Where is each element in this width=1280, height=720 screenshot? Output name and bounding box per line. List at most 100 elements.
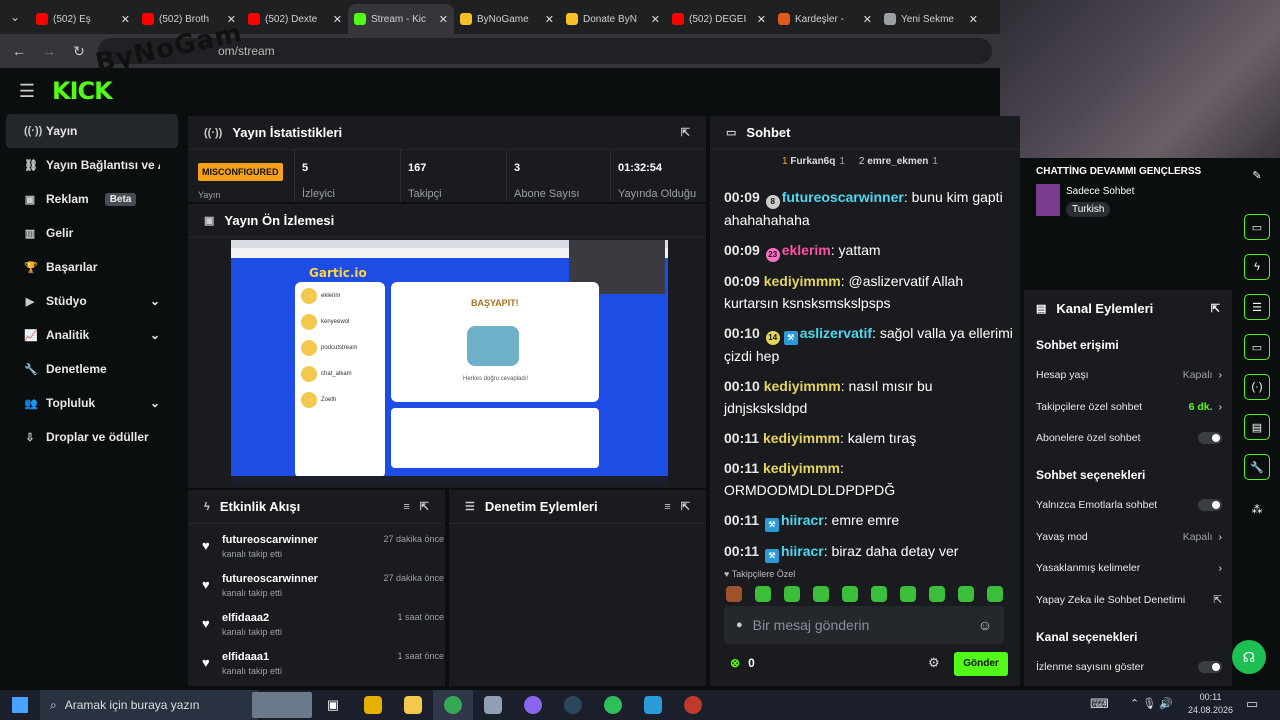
wrench-icon[interactable]: 🔧 [1244,454,1270,480]
close-icon[interactable]: ✕ [969,13,978,26]
subs-only-toggle[interactable] [1198,432,1222,444]
emote-icon[interactable] [987,586,1003,602]
close-icon[interactable]: ✕ [439,13,448,26]
popout-icon[interactable]: ⇱ [420,500,429,513]
app-icon[interactable] [633,690,673,720]
tab-list-icon[interactable]: ⌄ [0,0,30,34]
steam-icon[interactable] [553,690,593,720]
sidebar-item[interactable]: ▣ Reklam Beta [6,182,178,216]
close-icon[interactable]: ✕ [757,13,766,26]
popout-icon[interactable]: ⇱ [681,500,690,513]
message-user[interactable]: hiiracr [781,543,824,559]
browser-tab[interactable]: (502) DEĞEI ✕ [666,4,772,34]
browser-tab[interactable]: ByNoGame ✕ [454,4,560,34]
emote-icon[interactable] [958,586,974,602]
browser-tab[interactable]: (502) Dexte ✕ [242,4,348,34]
close-icon[interactable]: ✕ [651,13,660,26]
message-user[interactable]: eklerim [782,242,831,258]
obs-icon[interactable] [513,690,553,720]
message-user[interactable]: aslizervatif [800,325,872,341]
bolt-icon[interactable]: ϟ [1244,254,1270,280]
back-icon[interactable]: ← [8,40,30,62]
reload-icon[interactable]: ↻ [68,40,90,62]
app-icon[interactable] [673,690,713,720]
emote-icon[interactable] [784,586,800,602]
forward-icon[interactable]: → [38,40,60,62]
browser-tab[interactable]: Donate ByN ✕ [560,4,666,34]
chat-input[interactable]: ● Bir mesaj gönderin ☺ [724,606,1004,644]
category-name[interactable]: Sadece Sohbet [1066,186,1134,197]
stack-icon[interactable]: ▤ [1244,414,1270,440]
emoji-icon[interactable]: ☺ [978,617,992,633]
emote-icon[interactable] [813,586,829,602]
top-chatter[interactable]: 2 emre_ekmen 1 [859,156,938,167]
close-icon[interactable]: ✕ [545,13,554,26]
show-viewers-toggle[interactable] [1198,661,1222,673]
app-icon[interactable] [473,690,513,720]
filter-icon[interactable]: ≡ [664,501,670,513]
message-user[interactable]: futureoscarwinner [782,189,904,205]
browser-tab[interactable]: Yeni Sekme ✕ [878,4,984,34]
emote-icon[interactable] [755,586,771,602]
sidebar-item[interactable]: 📈 Analitik ⌄ [6,318,178,352]
sidebar-item[interactable]: 🏆 Başarılar [6,250,178,284]
message-user[interactable]: kediyimmm [764,378,841,394]
sidebar-item[interactable]: ((·)) Yayın [6,114,178,148]
sidebar-item[interactable]: 🔧 Denetleme [6,352,178,386]
language-tag[interactable]: Turkish [1066,202,1111,217]
points-display[interactable]: ⊗ 0 [730,656,755,670]
close-icon[interactable]: ✕ [863,13,872,26]
account-age-row[interactable]: Hesap yaşı Kapalı › [1036,364,1222,386]
popout-icon[interactable]: ⇱ [681,126,690,139]
chevron-down-icon[interactable]: ⌄ [150,396,160,410]
browser-tab[interactable]: (502) Eş ✕ [30,4,136,34]
app-icon[interactable] [353,690,393,720]
emote-icon[interactable] [929,586,945,602]
support-icon[interactable]: ☊ [1232,640,1266,674]
ai-mod-row[interactable]: Yapay Zeka ile Sohbet Denetimi ⇱ [1036,589,1222,611]
filter-icon[interactable]: ≡ [403,501,409,513]
close-icon[interactable]: ✕ [121,13,130,26]
task-view-icon[interactable]: ▣ [313,690,353,720]
send-button[interactable]: Gönder [954,652,1008,676]
windows-start-icon[interactable] [0,690,40,720]
category-thumbnail[interactable] [1036,184,1060,216]
event-user[interactable]: elfidaaa1 [222,651,269,663]
event-user[interactable]: futureoscarwinner [222,573,318,585]
list-icon[interactable]: ☰ [1244,294,1270,320]
chat-icon[interactable]: ▭ [1244,334,1270,360]
banned-words-row[interactable]: Yasaklanmış kelimeler › [1036,557,1222,579]
event-user[interactable]: futureoscarwinner [222,534,318,546]
browser-tab[interactable]: Stream - Kic ✕ [348,4,454,34]
ad-icon[interactable]: ▭ [1244,214,1270,240]
apps-icon[interactable]: ⁂ [1244,496,1270,522]
chevron-down-icon[interactable]: ⌄ [150,294,160,308]
browser-tab[interactable]: Kardeşler - ✕ [772,4,878,34]
sidebar-item[interactable]: ▥ Gelir [6,216,178,250]
chevron-down-icon[interactable]: ⌄ [150,328,160,342]
message-user[interactable]: kediyimmm [763,430,840,446]
emote-icon[interactable] [871,586,887,602]
popout-icon[interactable]: ⇱ [1211,302,1220,315]
clock[interactable]: 00:11 24.08.2026 [1188,691,1233,717]
broadcast-icon[interactable]: (·) [1244,374,1270,400]
edit-icon[interactable]: ✎ [1244,162,1270,188]
close-icon[interactable]: ✕ [333,13,342,26]
followers-only-row[interactable]: Takipçilere özel sohbet 6 dk. › [1036,396,1222,418]
sidebar-item[interactable]: 👥 Topluluk ⌄ [6,386,178,420]
file-explorer-icon[interactable] [393,690,433,720]
keyboard-icon[interactable]: ⌨ [1090,696,1109,712]
sidebar-item[interactable]: ⇩ Droplar ve ödüller [6,420,178,454]
taskbar-search[interactable]: ⌕ Aramak için buraya yazın [40,690,258,720]
message-user[interactable]: kediyimmm [764,273,841,289]
app-icon[interactable] [593,690,633,720]
event-user[interactable]: elfidaaa2 [222,612,269,624]
menu-icon[interactable]: ☰ [16,80,38,102]
tray-icons[interactable]: ⌃ 🎙 🔊 [1130,697,1173,710]
slow-mode-row[interactable]: Yavaş mod Kapalı › [1036,526,1222,548]
message-user[interactable]: kediyimmm [763,460,840,476]
sidebar-item[interactable]: ⛓ Yayın Bağlantısı ve Anahta [6,148,178,182]
emote-icon[interactable] [726,586,742,602]
sidebar-item[interactable]: ▶ Stüdyo ⌄ [6,284,178,318]
notifications-icon[interactable]: ▭ [1246,696,1258,712]
